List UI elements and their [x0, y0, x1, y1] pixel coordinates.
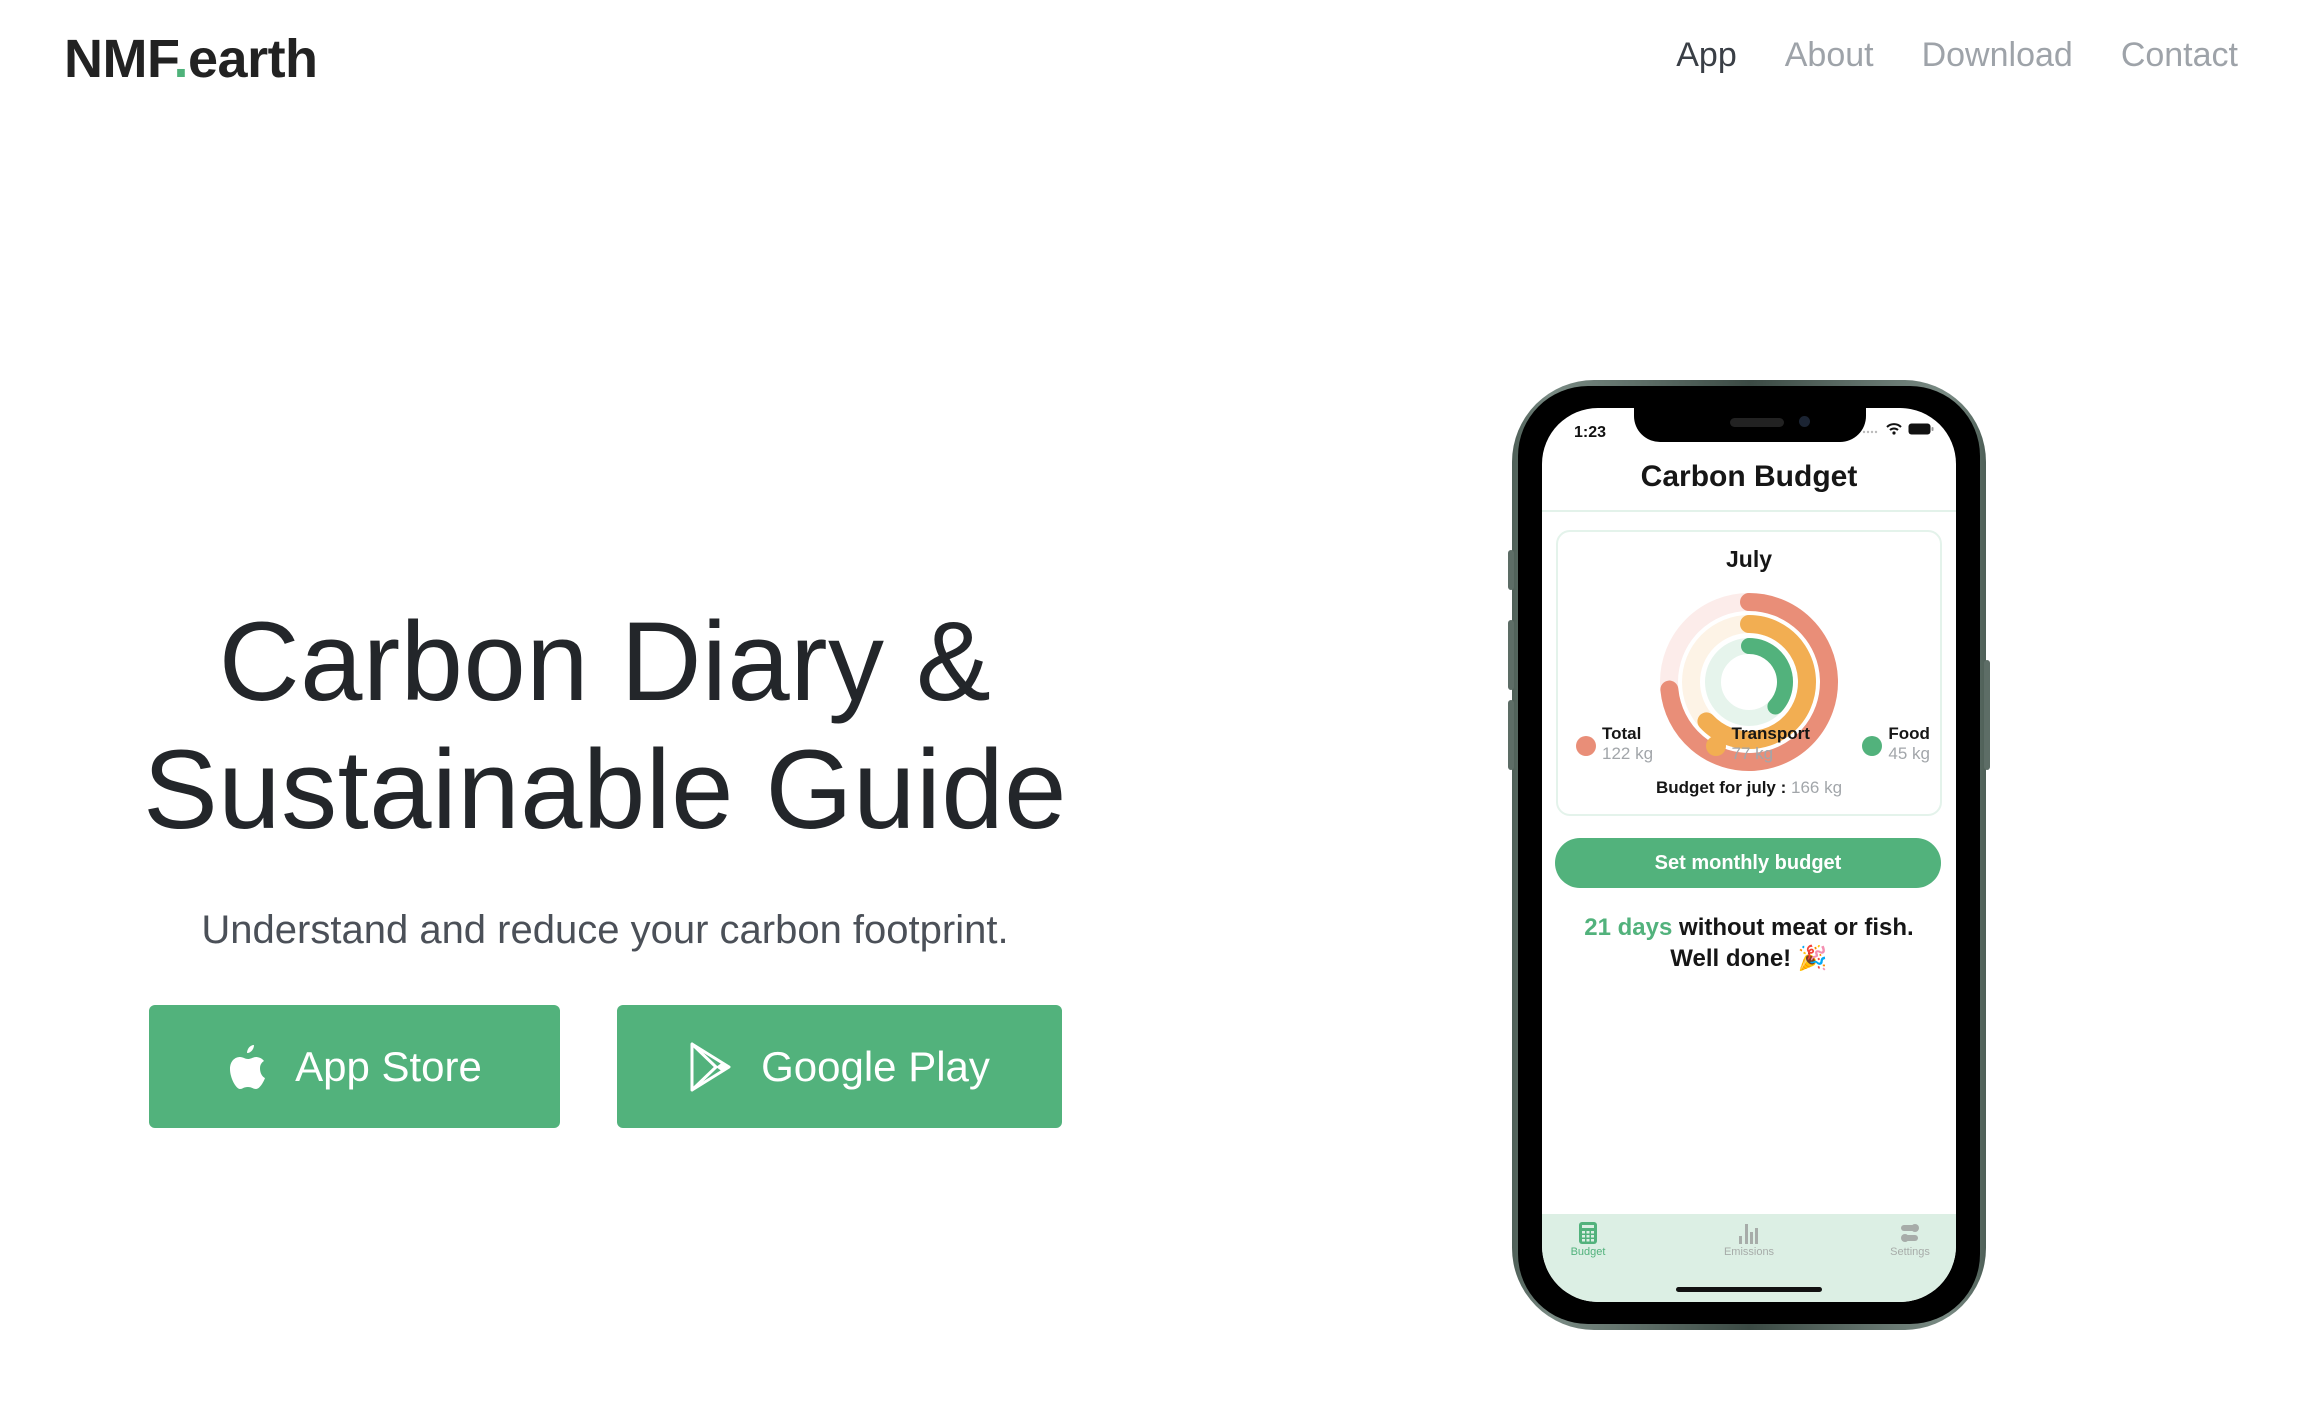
status-time: 1:23 — [1574, 424, 1607, 441]
legend-label-food: Food — [1888, 724, 1930, 743]
play-store-icon — [689, 1042, 733, 1092]
legend-dot-total — [1576, 736, 1596, 756]
hero-title-line1: Carbon Diary & — [218, 599, 992, 724]
hero-section: Carbon Diary & Sustainable Guide Underst… — [100, 598, 1110, 953]
hero-title-line2: Sustainable Guide — [143, 727, 1067, 852]
phone-power-button — [1984, 660, 1990, 770]
tab-budget-label: Budget — [1570, 1246, 1606, 1258]
phone-screen: 1:23 Carbon Budget July Total 122 kg Tra… — [1542, 408, 1956, 1302]
tab-settings-label: Settings — [1890, 1246, 1930, 1258]
signal-icon — [1862, 422, 1880, 440]
logo-text-nmf: NMF — [64, 29, 174, 89]
battery-icon — [1908, 422, 1934, 440]
status-icons — [1862, 422, 1934, 440]
front-camera — [1799, 416, 1810, 427]
chart-title-month: July — [1725, 546, 1773, 572]
legend-value-transport: 77 kg — [1731, 744, 1774, 763]
screen-title: Carbon Budget — [1640, 460, 1858, 493]
ring-arc-food — [1741, 638, 1793, 715]
toggles-icon — [1860, 1222, 1956, 1244]
set-monthly-budget-button[interactable]: Set monthly budget — [1555, 838, 1941, 888]
legend-item-total: Total 122 kg — [1576, 724, 1653, 764]
phone-volume-up — [1508, 620, 1514, 690]
phone-notch — [1634, 408, 1866, 442]
app-store-label: App Store — [295, 1042, 482, 1090]
legend-dot-food — [1862, 736, 1883, 756]
nav-app[interactable]: App — [1676, 36, 1737, 75]
speaker-grille — [1730, 418, 1784, 427]
logo-text-earth: earth — [188, 29, 318, 89]
legend-item-food: Food 45 kg — [1862, 724, 1930, 764]
phone-mockup: 1:23 Carbon Budget July Total 122 kg Tra… — [1508, 380, 1990, 1330]
nav-download[interactable]: Download — [1922, 36, 2073, 75]
hero-title: Carbon Diary & Sustainable Guide — [100, 598, 1110, 854]
apple-icon — [227, 1043, 267, 1091]
phone-silent-switch — [1508, 550, 1514, 590]
budget-value: 166 kg — [1791, 778, 1843, 797]
streak-days: 21 days — [1584, 914, 1673, 941]
legend-value-food: 45 kg — [1888, 744, 1930, 763]
chart-legend: Total 122 kg Transport 77 kg Food 45 kg — [1576, 724, 1930, 764]
budget-label: Budget for july : — [1655, 778, 1787, 797]
tab-settings[interactable]: Settings — [1860, 1222, 1956, 1258]
legend-value-total: 122 kg — [1602, 744, 1654, 763]
streak-congrats: Well done! 🎉 — [1670, 945, 1828, 972]
calculator-icon — [1542, 1222, 1638, 1244]
tab-bar: Budget Emissions Settings — [1542, 1214, 1956, 1302]
logo-dot: . — [173, 29, 188, 89]
hero-subtitle: Understand and reduce your carbon footpr… — [201, 908, 1009, 952]
app-store-button[interactable]: App Store — [149, 1005, 560, 1128]
legend-label-total: Total — [1602, 724, 1642, 743]
tab-emissions[interactable]: Emissions — [1699, 1222, 1799, 1258]
main-nav: App About Download Contact — [1676, 36, 2238, 75]
bar-chart-icon — [1699, 1222, 1799, 1244]
phone-volume-down — [1508, 700, 1514, 770]
legend-item-transport: Transport 77 kg — [1705, 724, 1810, 764]
budget-summary: Budget for july : 166 kg — [1558, 778, 1940, 798]
home-indicator — [1676, 1287, 1822, 1292]
legend-label-transport: Transport — [1731, 724, 1810, 743]
nav-about[interactable]: About — [1785, 36, 1874, 75]
budget-card: July Total 122 kg Transport 77 kg Food 4… — [1556, 530, 1942, 816]
nav-contact[interactable]: Contact — [2121, 36, 2238, 75]
streak-text: without meat or fish. — [1679, 914, 1914, 941]
google-play-button[interactable]: Google Play — [617, 1005, 1062, 1128]
tab-emissions-label: Emissions — [1723, 1246, 1775, 1258]
tab-budget[interactable]: Budget — [1542, 1222, 1638, 1258]
legend-dot-transport — [1705, 736, 1726, 756]
google-play-label: Google Play — [761, 1042, 990, 1090]
wifi-icon — [1886, 422, 1902, 440]
streak-message: 21 days without meat or fish. Well done!… — [1542, 912, 1956, 974]
brand-logo[interactable]: NMF.earth — [64, 28, 318, 90]
title-divider — [1542, 510, 1956, 512]
